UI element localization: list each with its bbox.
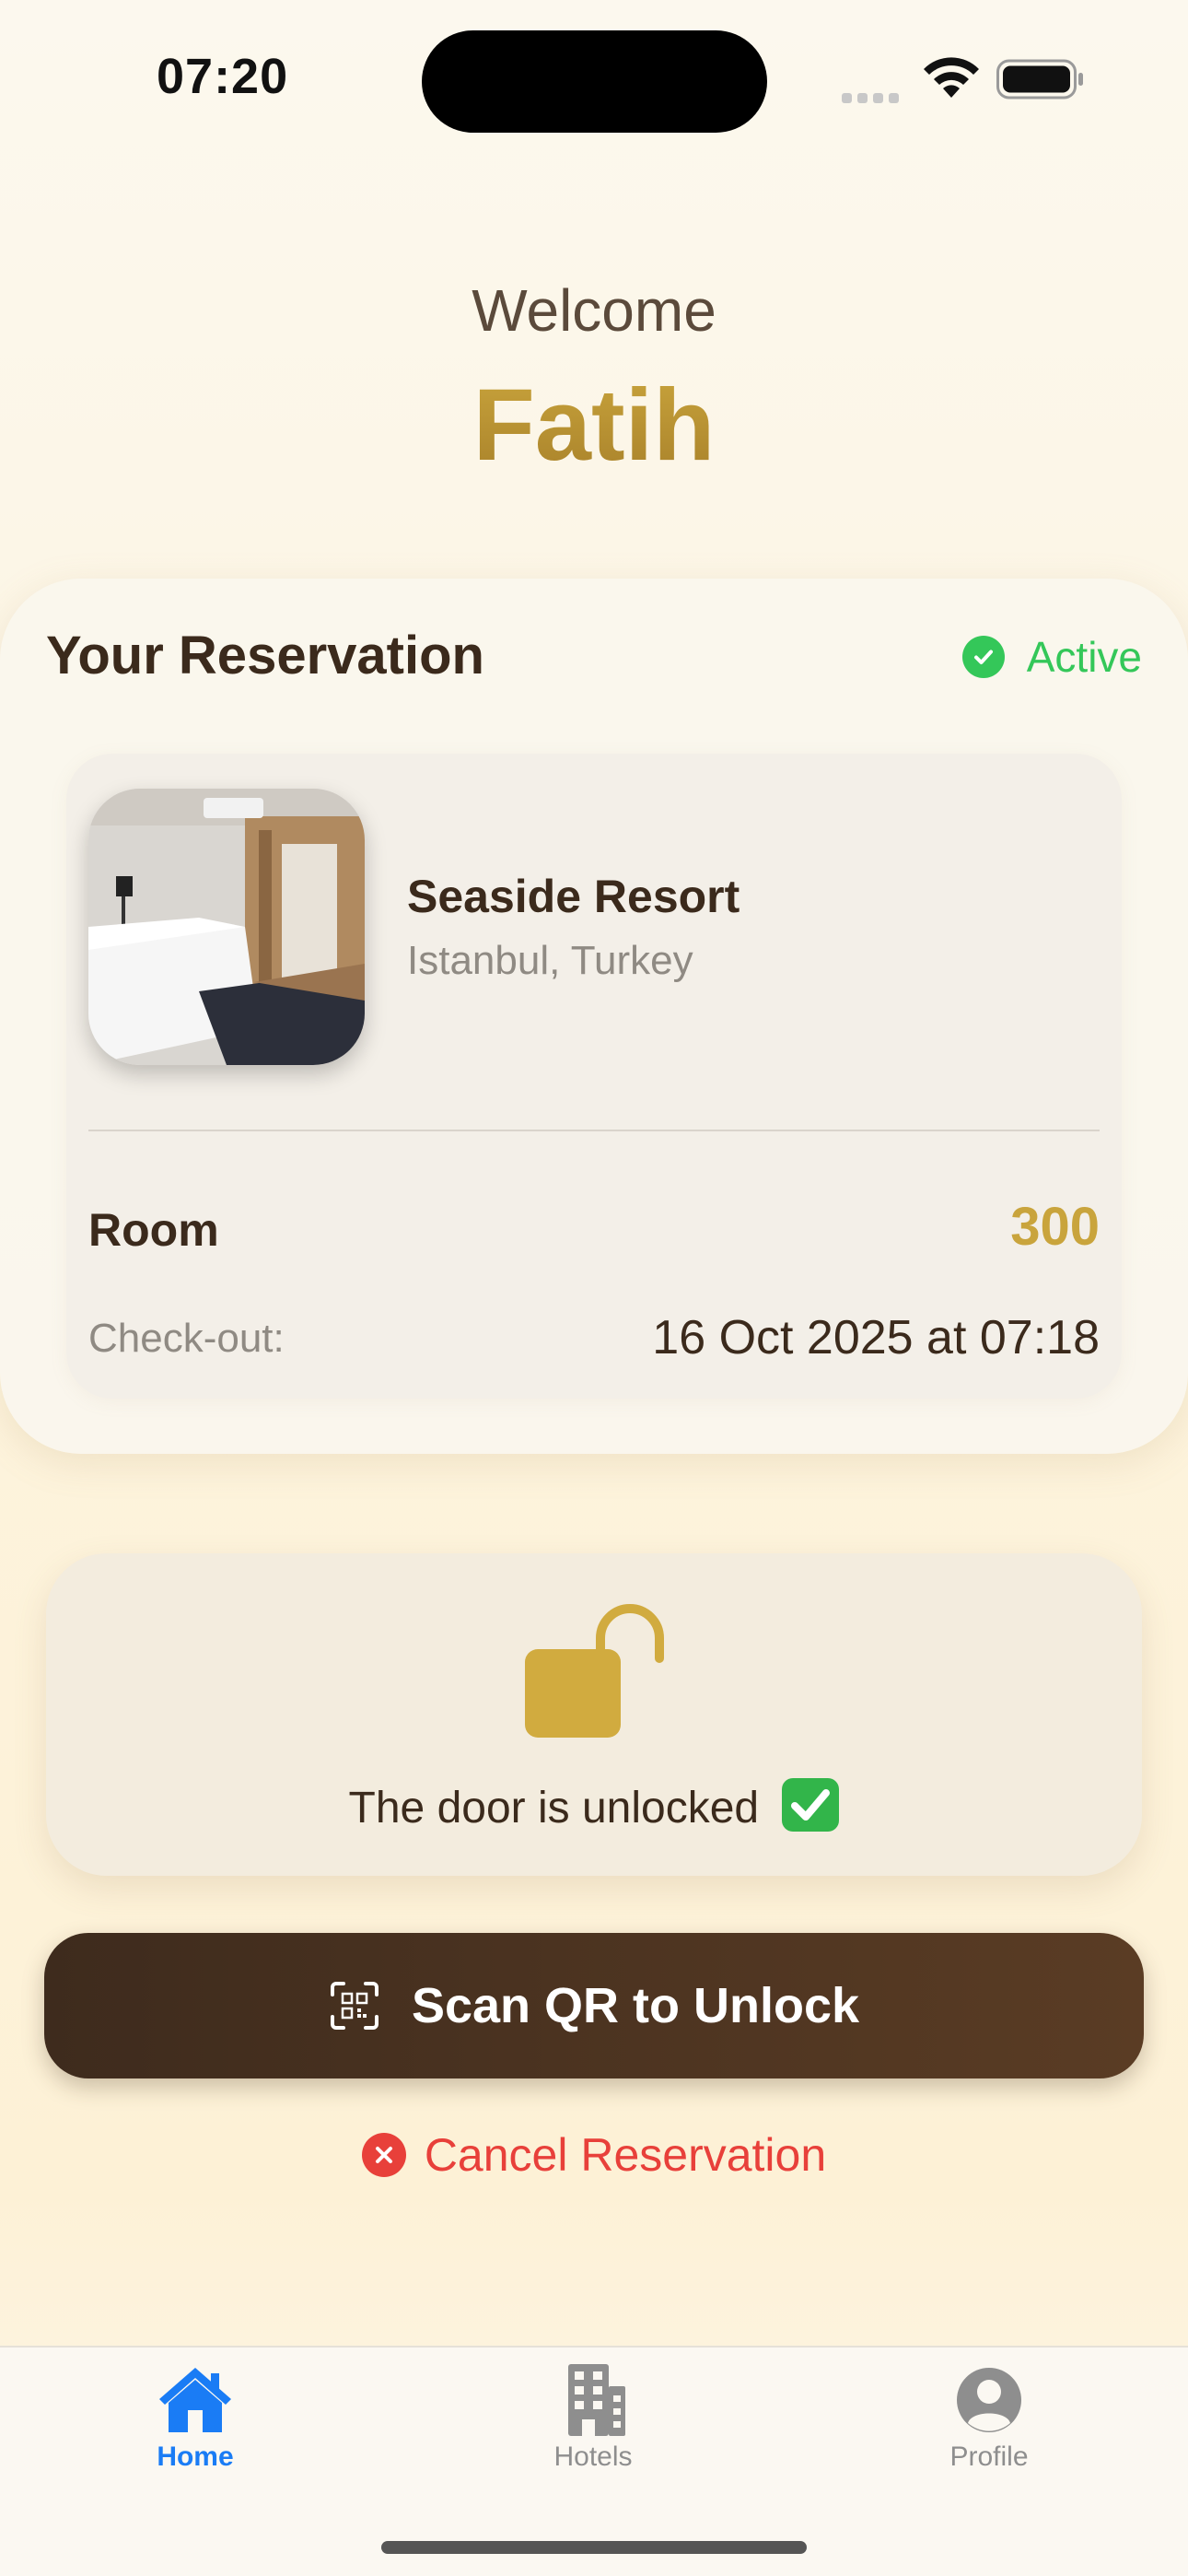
tab-home-label: Home: [157, 2441, 234, 2472]
cancel-reservation-button[interactable]: Cancel Reservation: [0, 2128, 1188, 2182]
checkout-date: 16 Oct 2025 at 07:18: [652, 1311, 1100, 1364]
tab-hotels-label: Hotels: [553, 2441, 633, 2472]
door-status-label: The door is unlocked: [348, 1784, 760, 1832]
unlocked-lock-icon: [525, 1604, 664, 1738]
scan-qr-button[interactable]: Scan QR to Unlock: [44, 1933, 1144, 2078]
hotel-name: Seaside Resort: [407, 871, 740, 922]
status-text: Active: [1026, 633, 1142, 681]
battery-icon: [996, 59, 1083, 100]
door-status-text: The door is unlocked: [0, 1778, 1188, 1833]
reservation-title: Your Reservation: [46, 626, 484, 685]
user-name: Fatih: [0, 367, 1188, 484]
checkmark-circle-icon: [961, 636, 1005, 678]
divider: [88, 1130, 1100, 1131]
cellular-signal-icon: [842, 81, 906, 103]
check-mark-button-icon: [782, 1778, 840, 1832]
tab-profile-label: Profile: [949, 2441, 1029, 2472]
welcome-label: Welcome: [472, 277, 716, 344]
room-label: Room: [88, 1204, 219, 1256]
dynamic-island: [422, 30, 767, 133]
qr-scan-icon: [330, 1982, 379, 2030]
checkout-label: Check-out:: [88, 1316, 285, 1361]
scan-button-label: Scan QR to Unlock: [411, 1978, 860, 2033]
wifi-icon: [924, 57, 979, 98]
person-circle-icon: [957, 2368, 1021, 2432]
home-indicator[interactable]: [381, 2541, 807, 2554]
room-number: 300: [1010, 1197, 1100, 1257]
cancel-reservation-label: Cancel Reservation: [424, 2129, 827, 2181]
x-circle-icon: [361, 2133, 406, 2177]
house-icon: [159, 2368, 231, 2432]
status-time: 07:20: [157, 49, 289, 104]
hotel-location: Istanbul, Turkey: [407, 938, 693, 983]
tab-profile[interactable]: Profile: [879, 2364, 1100, 2473]
tab-home[interactable]: Home: [85, 2364, 306, 2473]
building-icon: [568, 2364, 625, 2436]
tab-hotels[interactable]: Hotels: [483, 2364, 704, 2473]
room-photo: [88, 789, 365, 1065]
status-badge: Active: [961, 632, 1142, 682]
